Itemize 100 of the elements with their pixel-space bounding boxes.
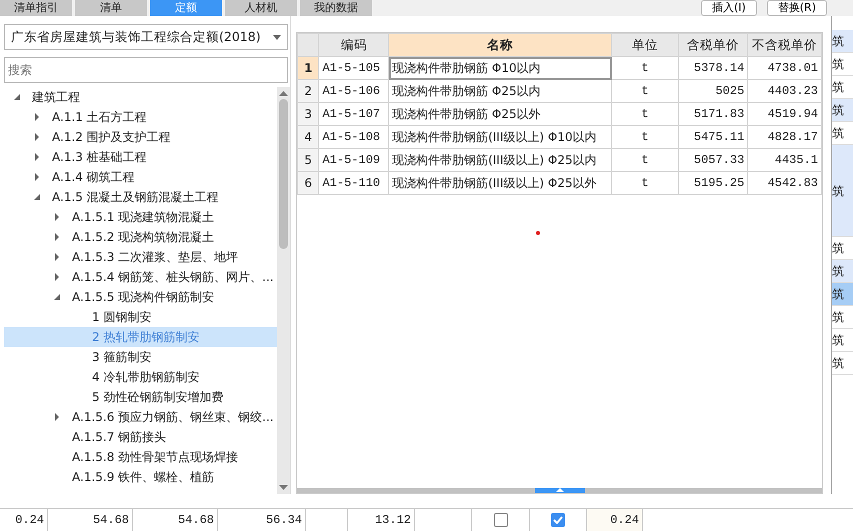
table-cell: 0.24 — [0, 509, 48, 531]
dropdown-caret-icon — [273, 34, 281, 40]
table-cell: 筑 — [832, 283, 853, 306]
collapsed-arrow-icon[interactable] — [32, 132, 42, 142]
table-cell: A1-5-110 — [318, 172, 389, 194]
table-cell: 13.12 — [348, 509, 415, 531]
tree-item[interactable]: A.1.5 混凝土及钢筋混凝土工程 — [4, 187, 277, 207]
tree-item[interactable]: A.1.5.2 现浇构筑物混凝土 — [4, 227, 277, 247]
tree-item[interactable]: A.1.3 桩基础工程 — [4, 147, 277, 167]
tree-item[interactable]: 5 劲性砼钢筋制安增加费 — [4, 387, 277, 407]
row-number[interactable]: 2 — [298, 80, 319, 102]
table-cell: 4738.01 — [748, 56, 822, 80]
table-cell: t — [612, 126, 678, 148]
table-cell: 56.34 — [218, 509, 306, 531]
table-cell: 筑 — [832, 145, 853, 237]
row-number[interactable]: 4 — [298, 126, 319, 148]
table-cell: 5195.25 — [678, 172, 748, 194]
table-cell: 筑 — [832, 352, 853, 375]
table-cell: 5171.83 — [678, 102, 748, 126]
table-cell: 4403.23 — [748, 80, 822, 102]
tree-item[interactable]: A.1.1 土石方工程 — [4, 107, 277, 127]
table-cell: 现浇构件带肋钢筋(III级以上) Φ25以内 — [388, 148, 612, 172]
select-value: 广东省房屋建筑与装饰工程综合定额(2018) — [11, 28, 262, 46]
toolbar-button[interactable]: 替换(R) — [766, 0, 827, 16]
column-header[interactable]: 名称 — [388, 34, 612, 56]
collapsed-arrow-icon[interactable] — [32, 112, 42, 122]
tree-item[interactable]: A.1.5.7 钢筋接头 — [4, 427, 277, 447]
tree-item[interactable]: A.1.5.1 现浇建筑物混凝土 — [4, 207, 277, 227]
collapsed-arrow-icon[interactable] — [52, 272, 62, 282]
collapsed-arrow-icon[interactable] — [52, 412, 62, 422]
tree-item[interactable]: A.1.5.5 现浇构件钢筋制安 — [4, 287, 277, 307]
collapsed-arrow-icon[interactable] — [32, 152, 42, 162]
table-cell: 54.68 — [133, 509, 218, 531]
expanded-arrow-icon[interactable] — [12, 92, 22, 102]
tree-item[interactable]: 1 圆钢制安 — [4, 307, 277, 327]
table-cell: 筑 — [832, 30, 853, 53]
table-cell: 筑 — [832, 306, 853, 329]
table-cell: t — [612, 102, 678, 126]
table-cell: 筑 — [832, 329, 853, 352]
column-header[interactable]: 不含税单价 — [748, 34, 822, 56]
checkbox[interactable] — [551, 513, 565, 527]
table-cell: 0.24 — [587, 509, 643, 531]
tree-item[interactable]: A.1.5.3 二次灌浆、垫层、地坪 — [4, 247, 277, 267]
table-cell: 4435.1 — [748, 148, 822, 172]
table-cell: 5025 — [678, 80, 748, 102]
library-select[interactable]: 广东省房屋建筑与装饰工程综合定额(2018) — [4, 24, 288, 50]
collapsed-arrow-icon[interactable] — [52, 232, 62, 242]
tab[interactable]: 人材机 — [225, 0, 297, 16]
table-cell: 4828.17 — [748, 126, 822, 148]
toolbar-button[interactable]: 插入(I) — [700, 0, 757, 16]
column-header[interactable]: 含税单价 — [678, 34, 748, 56]
table-cell: A1-5-105 — [318, 56, 389, 80]
tree-item[interactable]: 建筑工程 — [4, 87, 277, 107]
table-cell: 现浇构件带肋钢筋(III级以上) Φ25以外 — [388, 172, 612, 194]
collapsed-arrow-icon[interactable] — [52, 252, 62, 262]
table-cell: A1-5-109 — [318, 148, 389, 172]
table-cell: 4542.83 — [748, 172, 822, 194]
tree-item[interactable]: A.1.5.9 铁件、螺栓、植筋 — [4, 467, 277, 487]
table-cell: A1-5-106 — [318, 80, 389, 102]
horizontal-scrollbar[interactable] — [297, 488, 822, 493]
collapsed-arrow-icon[interactable] — [32, 172, 42, 182]
table-cell: A1-5-108 — [318, 126, 389, 148]
row-number[interactable]: 1 — [298, 56, 319, 80]
table-cell: 54.68 — [48, 509, 133, 531]
tree-item[interactable]: 3 箍筋制安 — [4, 347, 277, 367]
table-cell: 5378.14 — [678, 56, 748, 80]
table-cell: 4519.94 — [748, 102, 822, 126]
row-number[interactable]: 5 — [298, 148, 319, 172]
search-field[interactable]: 搜索 — [4, 57, 288, 83]
tree-item[interactable]: A.1.4 砌筑工程 — [4, 167, 277, 187]
table-cell: t — [612, 148, 678, 172]
tree-item[interactable]: 4 冷轧带肋钢筋制安 — [4, 367, 277, 387]
checkbox[interactable] — [494, 513, 508, 527]
table-cell: t — [612, 80, 678, 102]
tab[interactable]: 清单指引 — [0, 0, 72, 16]
marker-dot — [536, 231, 540, 235]
table-cell: 现浇构件带肋钢筋 Φ25以内 — [388, 80, 612, 102]
table-cell: t — [612, 56, 678, 80]
column-header[interactable]: 编码 — [318, 34, 389, 56]
expanded-arrow-icon[interactable] — [52, 292, 62, 302]
table-cell: t — [612, 172, 678, 194]
vertical-scrollbar[interactable] — [277, 87, 290, 494]
tree-item[interactable]: A.1.5.8 劲性骨架节点现场焊接 — [4, 447, 277, 467]
tab[interactable]: 清单 — [75, 0, 147, 16]
table-cell: 现浇构件带肋钢筋 Φ25以外 — [388, 102, 612, 126]
tree-item[interactable]: A.1.5.4 钢筋笼、桩头钢筋、网片、... — [4, 267, 277, 287]
row-number[interactable]: 6 — [298, 172, 319, 194]
tree-item[interactable]: A.1.5.6 预应力钢筋、钢丝束、钢绞... — [4, 407, 277, 427]
table-cell: 筑 — [832, 53, 853, 76]
scroll-up-icon[interactable] — [556, 488, 564, 492]
collapsed-arrow-icon[interactable] — [52, 212, 62, 222]
table-cell: 筑 — [832, 260, 853, 283]
tab[interactable]: 我的数据 — [300, 0, 372, 16]
expanded-arrow-icon[interactable] — [32, 192, 42, 202]
row-number[interactable]: 3 — [298, 102, 319, 126]
tree-item[interactable]: A.1.2 围护及支护工程 — [4, 127, 277, 147]
table-cell: 5057.33 — [678, 148, 748, 172]
column-header[interactable]: 单位 — [612, 34, 678, 56]
table-cell: 筑 — [832, 99, 853, 122]
table-cell: 5475.11 — [678, 126, 748, 148]
